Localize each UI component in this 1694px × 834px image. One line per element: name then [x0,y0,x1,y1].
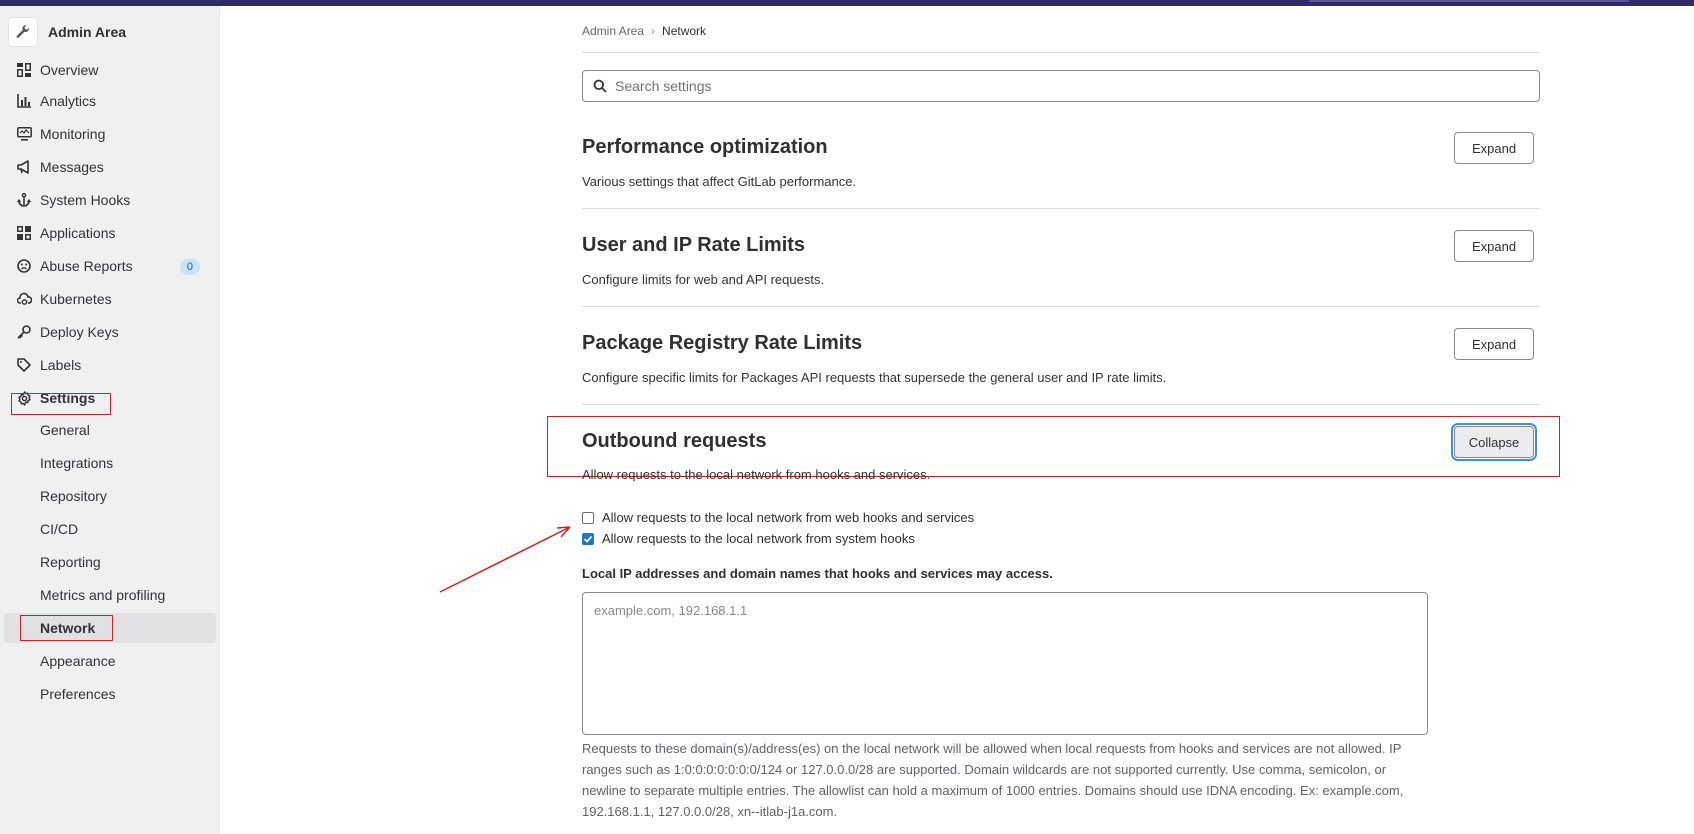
sidebar-item-label: Abuse Reports [40,258,133,274]
sidebar-subitem-general[interactable]: General [4,415,216,445]
search-input[interactable] [615,78,1515,94]
breadcrumb: Admin Area › Network [582,22,706,40]
abuse-count-badge: 0 [179,259,200,275]
breadcrumb-root-link[interactable]: Admin Area [582,24,644,38]
sidebar-subitem-metrics-and-profiling[interactable]: Metrics and profiling [4,580,216,610]
divider [582,208,1540,209]
divider [582,306,1540,307]
label-icon [16,357,32,373]
sidebar-item-overview[interactable]: Overview [8,55,216,85]
sidebar-subitem-network[interactable]: Network [4,613,216,643]
sidebar-item-monitoring[interactable]: Monitoring [8,119,216,149]
sidebar-subitem-label: Preferences [40,686,116,702]
applications-icon [16,225,32,241]
section-title-package-registry-rate-limits: Package Registry Rate Limits [582,332,863,354]
admin-sidebar: Admin Area Overview Analytics Monitoring… [0,6,220,834]
breadcrumb-current: Network [662,24,707,38]
sidebar-item-messages[interactable]: Messages [8,152,216,182]
section-title-user-ip-rate-limits: User and IP Rate Limits [582,234,806,256]
settings-search [582,70,1540,102]
settings-icon [16,390,32,406]
sidebar-item-settings[interactable]: Settings [8,383,216,413]
cloud-gear-icon [16,291,32,307]
annotation-arrow [439,526,571,593]
sidebar-item-label: Labels [40,357,82,373]
top-search-bar[interactable] [1309,0,1629,2]
expand-button[interactable]: Expand [1454,230,1534,262]
sidebar-header[interactable]: Admin Area [8,14,126,50]
checkbox-label[interactable]: Allow requests to the local network from… [602,510,974,525]
sidebar-subitem-ci-cd[interactable]: CI/CD [4,514,216,544]
sidebar-subitem-label: Reporting [40,554,101,570]
section-desc: Configure limits for web and API request… [582,272,825,287]
sidebar-subitem-label: Integrations [40,455,114,471]
allowlist-help-text: Requests to these domain(s)/address(es) … [582,741,1404,819]
sidebar-item-label: Monitoring [40,126,106,142]
sidebar-item-system-hooks[interactable]: System Hooks [8,185,216,215]
sidebar-subitem-label: Repository [40,488,107,504]
expand-button[interactable]: Expand [1454,132,1534,164]
sidebar-item-labels[interactable]: Labels [8,350,216,380]
sidebar-item-kubernetes[interactable]: Kubernetes [8,284,216,314]
sidebar-item-label: System Hooks [40,192,131,208]
sidebar-subitem-appearance[interactable]: Appearance [4,646,216,676]
checkmark-icon [583,535,593,543]
section-desc: Various settings that affect GitLab perf… [582,174,857,189]
checkbox-row-system-hooks: Allow requests to the local network from… [582,531,915,546]
sidebar-subitem-label: General [40,422,90,438]
sidebar-item-label: Applications [40,225,116,241]
sidebar-item-applications[interactable]: Applications [8,218,216,248]
sidebar-title: Admin Area [48,24,127,40]
divider [582,52,1540,53]
overview-icon [16,62,32,78]
checkbox-label[interactable]: Allow requests to the local network from… [602,531,915,546]
expand-button[interactable]: Expand [1454,328,1534,360]
sidebar-subitem-label: Metrics and profiling [40,587,166,603]
allow-local-system-hooks-checkbox[interactable] [582,532,594,545]
admin-avatar [8,17,38,47]
hook-icon [16,192,32,208]
sidebar-item-label: Kubernetes [40,291,112,307]
sidebar-subitem-reporting[interactable]: Reporting [4,547,216,577]
chevron-right-icon: › [651,24,656,38]
sidebar-subitem-repository[interactable]: Repository [4,481,216,511]
megaphone-icon [16,159,32,175]
sidebar-subitem-integrations[interactable]: Integrations [4,448,216,478]
sidebar-item-deploy-keys[interactable]: Deploy Keys [8,317,216,347]
section-desc: Configure specific limits for Packages A… [582,370,1167,385]
sidebar-subitem-label: CI/CD [40,521,79,537]
abuse-icon [16,258,32,274]
divider [582,404,1540,405]
section-title-outbound-requests: Outbound requests [582,430,767,452]
key-icon [16,324,32,340]
analytics-icon [16,93,32,109]
wrench-icon [16,25,30,38]
allow-local-web-hooks-checkbox[interactable] [582,511,594,524]
collapse-button[interactable]: Collapse [1454,426,1534,458]
sidebar-subitem-label: Network [40,620,96,636]
sidebar-item-label: Settings [40,390,96,406]
sidebar-item-label: Analytics [40,93,97,109]
section-desc: Allow requests to the local network from… [582,467,931,482]
sidebar-subitem-label: Appearance [40,653,116,669]
sidebar-item-abuse-reports[interactable]: Abuse Reports 0 [8,251,216,281]
allowlist-textarea[interactable] [582,592,1428,735]
sidebar-item-analytics[interactable]: Analytics [8,86,216,116]
sidebar-subitem-preferences[interactable]: Preferences [4,679,216,709]
sidebar-item-label: Messages [40,159,104,175]
monitor-icon [16,126,32,142]
sidebar-item-label: Deploy Keys [40,324,119,340]
sidebar-item-label: Overview [40,62,99,78]
search-icon [593,79,607,93]
allowlist-label: Local IP addresses and domain names that… [582,566,1053,581]
checkbox-row-web-hooks: Allow requests to the local network from… [582,510,974,525]
section-title-performance-optimization: Performance optimization [582,136,828,158]
top-navbar [0,0,1694,6]
